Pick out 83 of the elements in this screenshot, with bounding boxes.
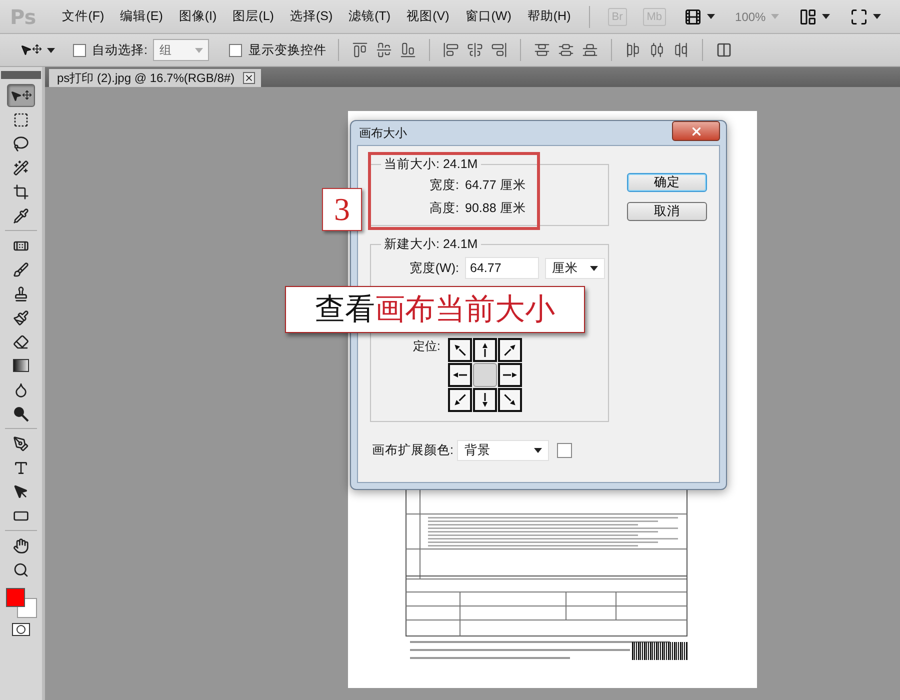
step-number: 3 xyxy=(322,188,362,231)
align-left-icon[interactable] xyxy=(443,42,460,58)
document-tab[interactable]: ps打印 (2).jpg @ 16.7%(RGB/8#) xyxy=(49,69,261,87)
caret-icon xyxy=(590,266,598,270)
menu-item[interactable]: 窗口(W) xyxy=(457,8,520,25)
align-right-icon[interactable] xyxy=(491,42,508,58)
caret-icon xyxy=(195,48,204,52)
arrow-icon xyxy=(503,372,518,378)
anchor-cell[interactable] xyxy=(498,338,522,362)
align-center-icon[interactable] xyxy=(467,42,484,58)
quick-mask-icon[interactable] xyxy=(12,623,30,636)
color-swatch[interactable] xyxy=(557,443,572,458)
field-value: 64.77 厘米 xyxy=(465,177,526,194)
arrow-icon xyxy=(453,372,468,378)
extension-color-dropdown[interactable]: 背景 xyxy=(457,440,550,461)
field-label: 宽度: xyxy=(428,177,459,194)
arrow-icon xyxy=(482,343,488,357)
close-button[interactable] xyxy=(672,121,720,141)
menu-item[interactable]: 图层(L) xyxy=(224,8,282,25)
auto-select-dropdown[interactable]: 组 xyxy=(153,39,210,61)
layout-icon[interactable] xyxy=(798,8,817,26)
width-input[interactable]: 64.77 xyxy=(465,257,539,279)
menu-item[interactable]: 图像(I) xyxy=(170,8,225,25)
menu-item[interactable]: 视图(V) xyxy=(398,8,458,25)
menu-item[interactable]: 文件(F) xyxy=(54,8,112,25)
extension-color-label: 画布扩展颜色: xyxy=(372,442,454,459)
anchor-cell[interactable] xyxy=(448,363,472,387)
close-button[interactable] xyxy=(242,72,255,84)
checkbox[interactable] xyxy=(73,44,86,56)
group-legend: 当前大小: 24.1M xyxy=(381,156,481,173)
anchor-cell[interactable] xyxy=(498,363,522,387)
checkbox[interactable] xyxy=(229,44,242,56)
arrow-icon xyxy=(454,394,466,406)
field-label: 高度: xyxy=(428,200,459,217)
dialog-title: 画布大小 xyxy=(358,124,407,142)
align-top-icon[interactable] xyxy=(352,42,368,58)
align-bottom-icon[interactable] xyxy=(400,42,416,58)
distribute-left-icon[interactable] xyxy=(625,42,642,58)
arrow-icon xyxy=(504,344,516,356)
close-icon xyxy=(244,73,254,83)
anchor-cell[interactable] xyxy=(473,363,498,387)
move-tool-icon[interactable] xyxy=(7,84,35,107)
dialog-button[interactable]: 取消 xyxy=(627,202,707,221)
anchor-cell[interactable] xyxy=(473,388,498,412)
field-label: 宽度(W): xyxy=(408,260,459,276)
screen-mode-icon[interactable] xyxy=(850,8,868,26)
caret-icon xyxy=(822,14,830,19)
distribute-bottom-icon[interactable] xyxy=(582,42,598,58)
unit-dropdown[interactable]: 厘米 xyxy=(545,258,605,278)
close-icon xyxy=(690,124,702,138)
arrow-icon xyxy=(482,393,488,407)
field-value: 90.88 厘米 xyxy=(465,200,526,217)
caret-icon xyxy=(707,14,716,19)
menu-item[interactable]: 选择(S) xyxy=(282,8,341,25)
menu-item[interactable]: 帮助(H) xyxy=(519,8,579,25)
dialog-button[interactable]: 确定 xyxy=(627,173,707,192)
caret-icon xyxy=(534,448,542,453)
caret-icon xyxy=(47,48,55,52)
anchor-cell[interactable] xyxy=(448,338,472,362)
caret-icon xyxy=(872,14,881,19)
menu-item[interactable]: 编辑(E) xyxy=(112,8,171,25)
anchor-cell[interactable] xyxy=(448,388,472,412)
menu-item[interactable]: 滤镜(T) xyxy=(340,8,399,25)
distribute-center-icon[interactable] xyxy=(649,42,666,58)
auto-select-label: 自动选择: xyxy=(92,42,148,58)
anchor-label: 定位: xyxy=(413,338,440,355)
arrow-icon xyxy=(454,344,466,356)
panel-grip[interactable] xyxy=(1,71,41,79)
auto-align-icon[interactable] xyxy=(716,42,732,58)
anchor-cell[interactable] xyxy=(498,388,522,412)
move-tool-icon[interactable] xyxy=(20,44,42,56)
color-swatches-icon[interactable] xyxy=(6,588,36,618)
distribute-top-icon[interactable] xyxy=(534,42,550,58)
caret-icon xyxy=(770,14,779,19)
film-strip-icon[interactable] xyxy=(684,8,702,26)
align-middle-icon[interactable] xyxy=(376,42,392,58)
group-legend: 新建大小: 24.1M xyxy=(381,236,481,253)
distribute-right-icon[interactable] xyxy=(673,42,690,58)
arrow-icon xyxy=(504,394,516,406)
anchor-cell[interactable] xyxy=(473,338,498,362)
distribute-middle-icon[interactable] xyxy=(558,42,574,58)
show-transform-label: 显示变换控件 xyxy=(248,42,326,58)
callout-caption: 查看画布当前大小 xyxy=(285,286,585,333)
